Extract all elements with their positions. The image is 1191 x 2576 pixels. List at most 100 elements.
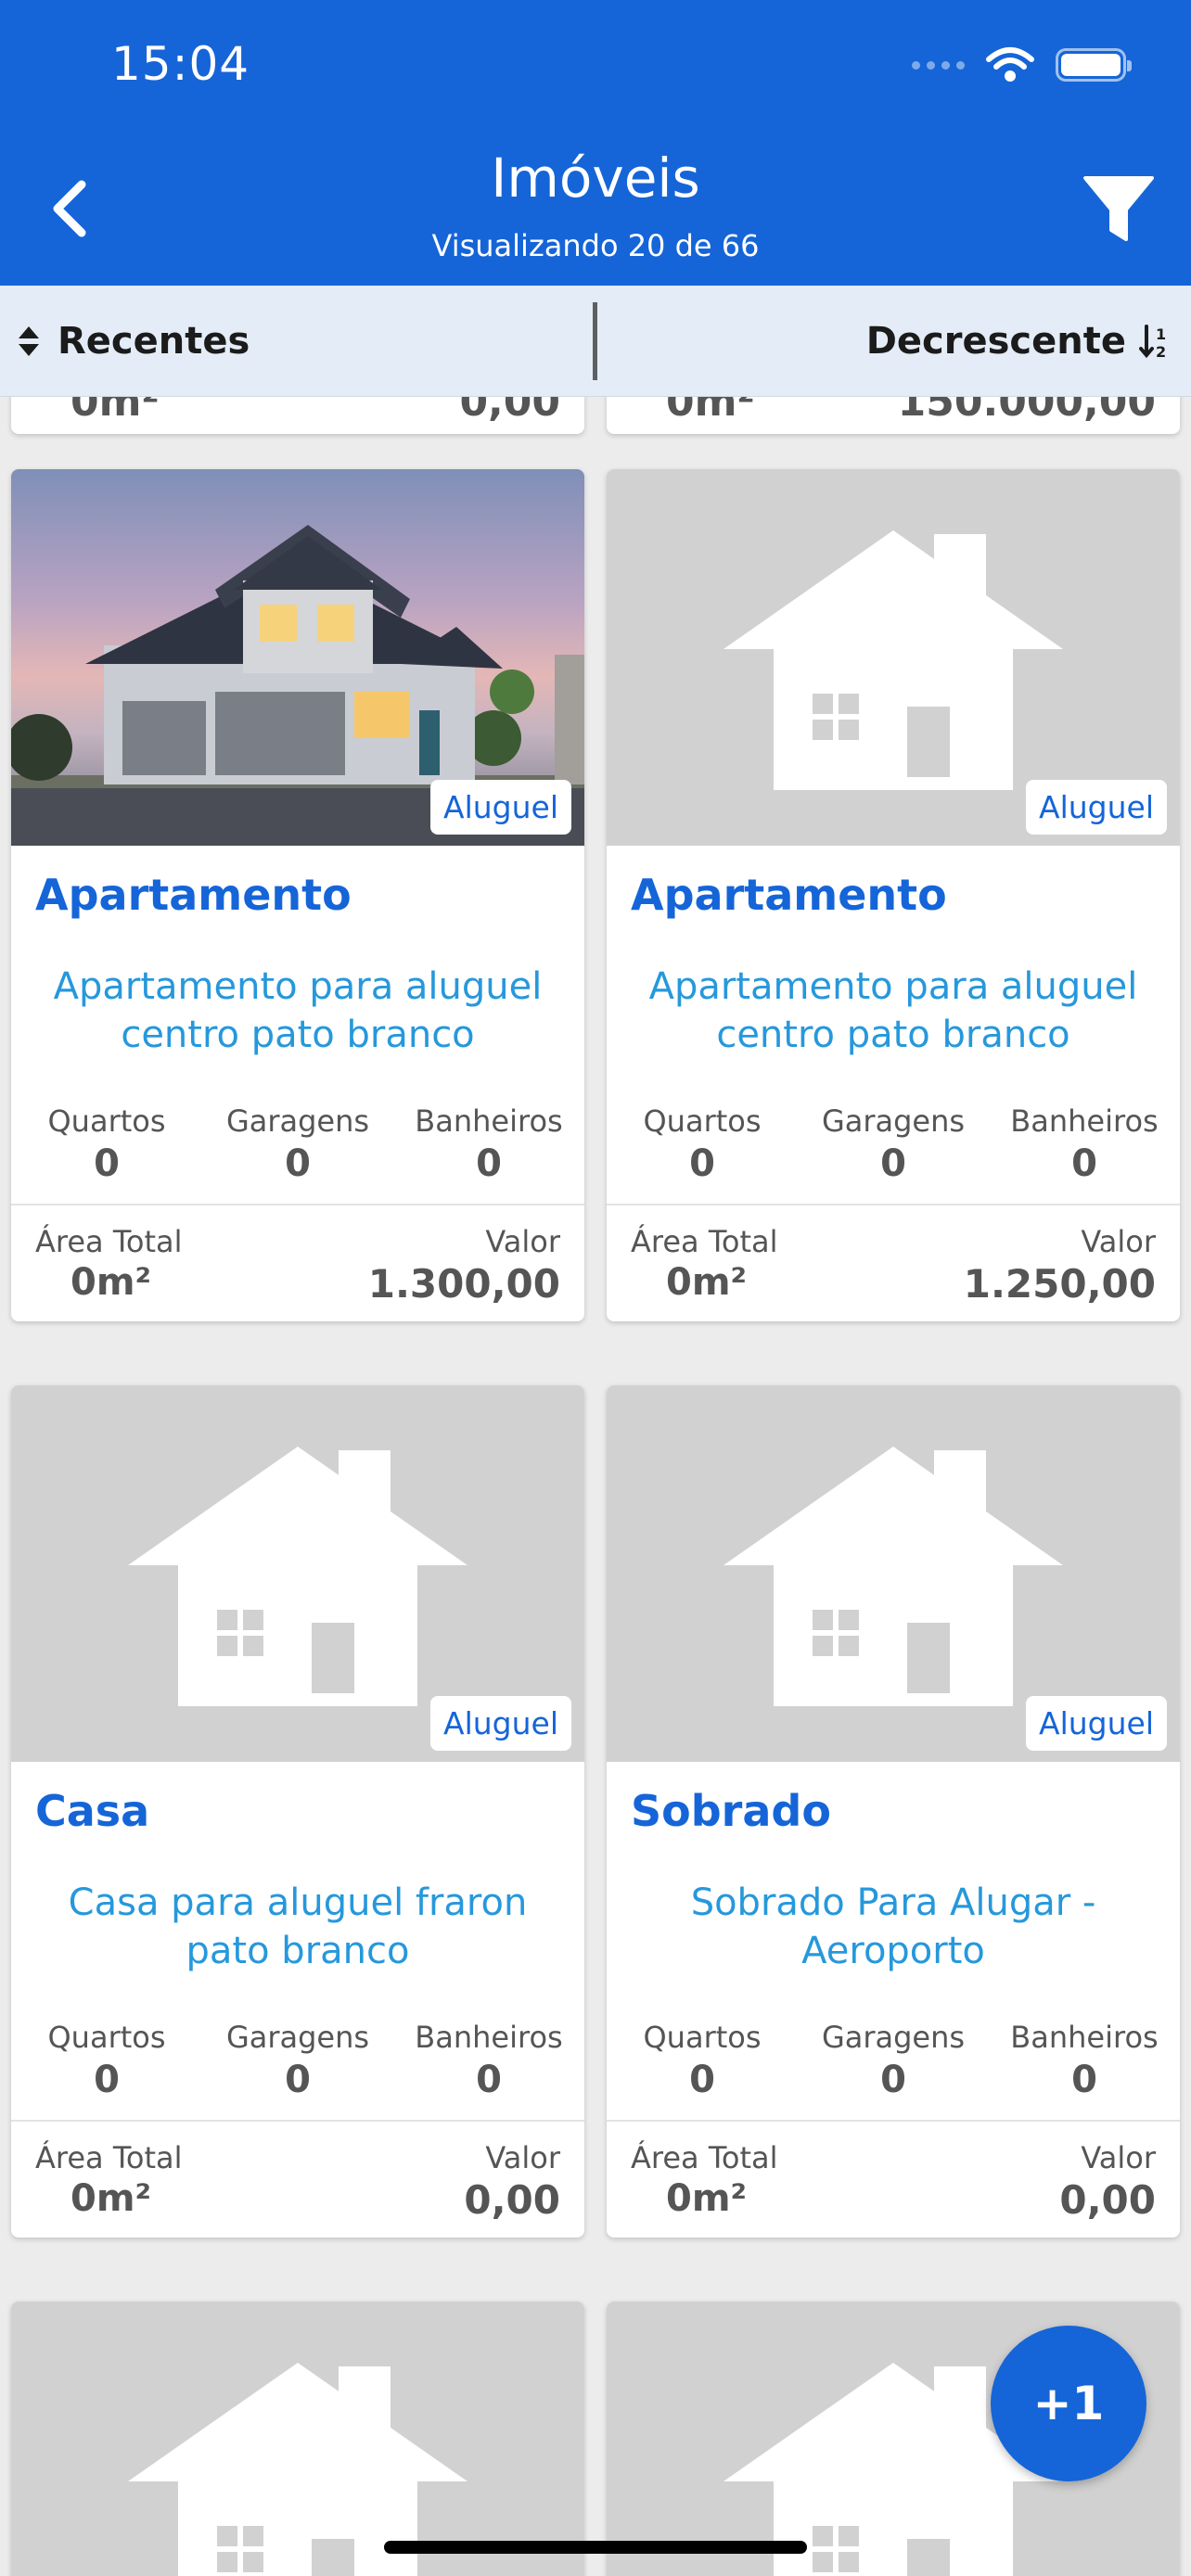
- bathrooms-label: Banheiros: [415, 2020, 563, 2055]
- price-value: 150.000,00: [897, 397, 1156, 426]
- cellular-signal-icon: [912, 60, 965, 70]
- garages-value: 0: [285, 2059, 311, 2101]
- property-stats: Quartos 0 Garagens 0 Banheiros 0: [11, 1975, 584, 2101]
- bathrooms-value: 0: [476, 1142, 502, 1185]
- property-description: Apartamento para aluguel centro pato bra…: [53, 965, 543, 1056]
- sort-order-label: Decrescente: [865, 320, 1126, 363]
- svg-text:2: 2: [1156, 343, 1166, 360]
- bedrooms-label: Quartos: [643, 2020, 762, 2055]
- bathrooms-value: 0: [476, 2059, 502, 2101]
- property-image-placeholder: Aluguel: [11, 1385, 584, 1762]
- house-placeholder-icon: [128, 2363, 467, 2576]
- bathrooms-label: Banheiros: [415, 1103, 563, 1139]
- sort-divider: [593, 302, 597, 380]
- garages-label: Garagens: [225, 1103, 370, 1139]
- property-stats: Quartos 0 Garagens 0 Banheiros 0: [11, 1059, 584, 1185]
- app-header: 15:04 Imóveis Visualizando 20 de 66: [0, 0, 1191, 286]
- total-area-label: Área Total: [631, 2140, 778, 2175]
- garages-value: 0: [880, 1142, 906, 1185]
- property-card[interactable]: [11, 2302, 584, 2576]
- sort-field-label: Recentes: [58, 320, 250, 363]
- garages-label: Garagens: [821, 1103, 966, 1139]
- filter-icon[interactable]: [1080, 169, 1158, 247]
- garages-label: Garagens: [821, 2020, 966, 2055]
- home-indicator: [384, 2541, 807, 2554]
- page-title: Imóveis: [491, 147, 700, 210]
- property-type: Apartamento: [35, 870, 352, 920]
- bathrooms-label: Banheiros: [1010, 1103, 1159, 1139]
- listing-type-badge: Aluguel: [1026, 1696, 1167, 1751]
- sort-descending-icon: 1 2: [1139, 325, 1166, 360]
- price-value: 0,00: [464, 2177, 560, 2223]
- bathrooms-value: 0: [1071, 1142, 1097, 1185]
- bedrooms-value: 0: [689, 1142, 715, 1185]
- property-description: Apartamento para aluguel centro pato bra…: [648, 965, 1138, 1056]
- listing-type-badge: Aluguel: [430, 780, 571, 835]
- property-stats: Quartos 0 Garagens 0 Banheiros 0: [607, 1975, 1180, 2101]
- card-footer: Área Total 0m² Valor 1.300,00: [11, 1204, 584, 1321]
- property-card[interactable]: Aluguel Apartamento Apartamento para alu…: [11, 469, 584, 1321]
- garages-label: Garagens: [225, 2020, 370, 2055]
- total-area-value: 0m²: [70, 2177, 152, 2220]
- results-count: Visualizando 20 de 66: [431, 228, 760, 263]
- status-time: 15:04: [111, 37, 250, 91]
- status-icons: [912, 46, 1132, 83]
- price-value: 1.300,00: [367, 1261, 560, 1307]
- property-type: Sobrado: [631, 1786, 831, 1836]
- property-description: Sobrado Para Alugar - Aeroporto: [690, 1881, 1096, 1972]
- sort-order-toggle[interactable]: Decrescente 1 2: [866, 286, 1172, 397]
- price-label: Valor: [485, 2140, 560, 2175]
- price-value: 0,00: [459, 397, 560, 426]
- property-description: Casa para aluguel fraron pato branco: [68, 1881, 528, 1972]
- total-area-label: Área Total: [631, 1224, 778, 1259]
- property-type: Casa: [35, 1786, 150, 1836]
- bedrooms-value: 0: [94, 1142, 120, 1185]
- partial-card[interactable]: 0m² 150.000,00: [607, 397, 1180, 434]
- price-label: Valor: [1081, 1224, 1156, 1259]
- total-area-value: 0m²: [70, 1261, 152, 1304]
- listing-type-badge: Aluguel: [430, 1696, 571, 1751]
- property-card[interactable]: Aluguel Casa Casa para aluguel fraron pa…: [11, 1385, 584, 2238]
- price-value: 0,00: [1059, 2177, 1156, 2223]
- property-card[interactable]: Aluguel Apartamento Apartamento para alu…: [607, 469, 1180, 1321]
- property-image-placeholder: Aluguel: [607, 469, 1180, 846]
- add-button[interactable]: +1: [991, 2326, 1146, 2481]
- total-area-label: Área Total: [35, 2140, 183, 2175]
- listing-type-badge: Aluguel: [1026, 780, 1167, 835]
- price-label: Valor: [1081, 2140, 1156, 2175]
- bedrooms-value: 0: [689, 2059, 715, 2101]
- sort-field-selector[interactable]: Recentes: [17, 286, 250, 397]
- card-footer: Área Total 0m² Valor 1.250,00: [607, 1204, 1180, 1321]
- sort-updown-icon: [19, 326, 39, 356]
- price-value: 1.250,00: [963, 1261, 1156, 1307]
- area-value: 0m²: [70, 397, 160, 426]
- bedrooms-value: 0: [94, 2059, 120, 2101]
- property-image-placeholder: [11, 2302, 584, 2576]
- card-footer: Área Total 0m² Valor 0,00: [11, 2120, 584, 2238]
- partial-card[interactable]: 0m² 0,00: [11, 397, 584, 434]
- property-image-placeholder: Aluguel: [607, 1385, 1180, 1762]
- property-card[interactable]: Aluguel Sobrado Sobrado Para Alugar - Ae…: [607, 1385, 1180, 2238]
- bedrooms-label: Quartos: [643, 1103, 762, 1139]
- bathrooms-value: 0: [1071, 2059, 1097, 2101]
- sort-bar: Recentes Decrescente 1 2: [0, 286, 1191, 397]
- garages-value: 0: [285, 1142, 311, 1185]
- card-footer: Área Total 0m² Valor 0,00: [607, 2120, 1180, 2238]
- total-area-value: 0m²: [666, 1261, 748, 1304]
- garages-value: 0: [880, 2059, 906, 2101]
- svg-text:1: 1: [1156, 325, 1166, 343]
- bedrooms-label: Quartos: [47, 2020, 166, 2055]
- area-value: 0m²: [666, 397, 755, 426]
- property-type: Apartamento: [631, 870, 947, 920]
- price-label: Valor: [485, 1224, 560, 1259]
- bathrooms-label: Banheiros: [1010, 2020, 1159, 2055]
- wifi-icon: [986, 47, 1034, 82]
- property-photo: Aluguel: [11, 469, 584, 846]
- battery-icon: [1056, 48, 1132, 82]
- property-list: 0m² 0,00 0m² 150.000,00 Aluguel Apartame…: [0, 397, 1191, 2576]
- total-area-label: Área Total: [35, 1224, 183, 1259]
- add-button-label: +1: [1032, 2377, 1105, 2430]
- total-area-value: 0m²: [666, 2177, 748, 2220]
- bedrooms-label: Quartos: [47, 1103, 166, 1139]
- property-stats: Quartos 0 Garagens 0 Banheiros 0: [607, 1059, 1180, 1185]
